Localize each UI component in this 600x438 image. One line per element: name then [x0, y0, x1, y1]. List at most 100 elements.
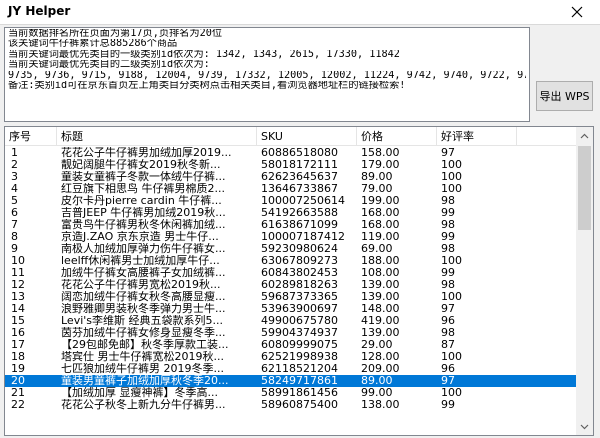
table-row[interactable]: 16 茵芬加绒牛仔裤女修身显瘦冬季... 59904374937 139.00 98	[5, 327, 577, 339]
table-row[interactable]: 20 童装男童裤子加绒加厚秋冬季20... 58249717861 89.00 97	[5, 375, 577, 387]
cell-title: 花花公子牛仔裤男宽松2019秋...	[61, 279, 221, 291]
cell-title: 塔宾仕 男士牛仔裤宽松2019秋...	[61, 351, 224, 363]
table-row[interactable]: 6 吉普JEEP 牛仔裤男加绒2019秋... 54192663588 168.00 9…	[5, 207, 577, 219]
cell-index: 10	[11, 255, 25, 267]
cell-title: 红豆旗下相思鸟 牛仔裤男棉质2...	[61, 183, 225, 195]
cell-rating: 99	[441, 399, 455, 411]
table-row[interactable]: 21 【加绒加厚 显瘦神裤】冬季高... 58991861456 99.00 100	[5, 387, 577, 399]
cell-sku: 60809999075	[261, 339, 338, 351]
table-row[interactable]: 18 塔宾仕 男士牛仔裤宽松2019秋... 62521998938 128.00 10…	[5, 351, 577, 363]
scroll-up-button[interactable]	[576, 127, 593, 144]
table-row[interactable]: 5 皮尔卡丹pierre cardin 牛仔裤... 100007250614 199…	[5, 195, 577, 207]
cell-index: 18	[11, 351, 25, 363]
cell-rating: 98	[441, 195, 455, 207]
table-row[interactable]: 7 富贵鸟牛仔裤男秋冬休闲裤加绒... 61638671099 168.00 98	[5, 219, 577, 231]
title-bar: JY Helper	[0, 0, 600, 24]
cell-title: 茵芬加绒牛仔裤女修身显瘦冬季...	[61, 327, 226, 339]
cell-index: 1	[11, 147, 18, 159]
column-header-price[interactable]: 价格	[357, 127, 437, 146]
table-row[interactable]: 2 靓妃阔腿牛仔裤女2019秋冬新... 58018172111 179.00 100	[5, 159, 577, 171]
column-header-title[interactable]: 标题	[57, 127, 257, 146]
cell-sku: 63067809273	[261, 255, 338, 267]
close-icon	[571, 6, 583, 18]
list-header: 序号 标题 SKU 价格 好评率	[5, 127, 577, 146]
cell-index: 6	[11, 207, 18, 219]
cell-title: 南极人加绒加厚弹力伤牛仔裤女...	[61, 243, 226, 255]
info-textbox[interactable]: 当前数据排名所在页面为第17页,页排名为20位 该关键词牛仔裤累计总885286…	[4, 27, 530, 122]
cell-rating: 97	[441, 147, 455, 159]
scroll-down-button[interactable]	[576, 418, 593, 435]
column-header-rating[interactable]: 好评率	[437, 127, 517, 146]
cell-sku: 59904374937	[261, 327, 338, 339]
info-line-page-rank: 当前数据排名所在页面为第17页,页排名为20位	[8, 29, 223, 39]
cell-rating: 99	[441, 207, 455, 219]
cell-title: 童装女童裤子冬款一体绒牛仔裤...	[61, 171, 226, 183]
cell-price: 29.00	[361, 339, 393, 351]
table-row[interactable]: 12 花花公子牛仔裤男宽松2019秋... 60289818263 139.00 98	[5, 279, 577, 291]
cell-sku: 58018172111	[261, 159, 338, 171]
cell-index: 2	[11, 159, 18, 171]
table-row[interactable]: 22 花花公子秋冬上新九分牛仔裤男... 58960875400 138.00 99	[5, 399, 577, 411]
table-row[interactable]: 10 leelff休闲裤男士加绒加厚牛仔... 63067809273 188.00 1…	[5, 255, 577, 267]
scroll-thumb[interactable]	[578, 146, 591, 230]
cell-index: 9	[11, 243, 18, 255]
cell-price: 89.00	[361, 171, 393, 183]
info-line-level1: 当前关键词最优先类目的一级类别id依次为: 1342, 1343, 2615, …	[8, 49, 400, 60]
cell-rating: 98	[441, 279, 455, 291]
table-row[interactable]: 4 红豆旗下相思鸟 牛仔裤男棉质2... 13646733867 79.00 100	[5, 183, 577, 195]
cell-price: 139.00	[361, 327, 400, 339]
cell-title: 花花公子秋冬上新九分牛仔裤男...	[61, 399, 226, 411]
cell-index: 15	[11, 315, 25, 327]
column-header-index[interactable]: 序号	[5, 127, 57, 146]
cell-title: 加绒牛仔裤女高腰裤子女加绒裤...	[61, 267, 226, 279]
cell-rating: 97	[441, 303, 455, 315]
table-row[interactable]: 3 童装女童裤子冬款一体绒牛仔裤... 62623645637 89.00 100	[5, 171, 577, 183]
list-rows: 1 花花公子牛仔裤男加绒加厚2019... 60886518080 158.00 97 2…	[5, 147, 577, 411]
cell-sku: 59687373365	[261, 291, 338, 303]
cell-sku: 62521998938	[261, 351, 338, 363]
cell-rating: 97	[441, 375, 455, 387]
cell-price: 199.00	[361, 195, 400, 207]
table-row[interactable]: 1 花花公子牛仔裤男加绒加厚2019... 60886518080 158.00 97	[5, 147, 577, 159]
cell-rating: 96	[441, 363, 455, 375]
cell-index: 3	[11, 171, 18, 183]
cell-price: 99.00	[361, 387, 393, 399]
export-wps-button[interactable]: 导出 WPS	[536, 81, 593, 111]
cell-rating: 96	[441, 315, 455, 327]
cell-index: 21	[11, 387, 25, 399]
cell-index: 7	[11, 219, 18, 231]
cell-price: 209.00	[361, 363, 400, 375]
table-row[interactable]: 13 阔恋加绒牛仔裤女秋冬高腰显瘦... 59687373365 139.00 100	[5, 291, 577, 303]
table-row[interactable]: 17 【29包邮免邮】秋冬季厚款工装... 60809999075 29.00 87	[5, 339, 577, 351]
window-client-area: 当前数据排名所在页面为第17页,页排名为20位 该关键词牛仔裤累计总885286…	[0, 24, 600, 438]
table-row[interactable]: 8 京造J.ZAO 京东京造 男士牛仔... 100007187412 119.00 9…	[5, 231, 577, 243]
cell-sku: 100007187412	[261, 231, 345, 243]
cell-sku: 58960875400	[261, 399, 338, 411]
table-row[interactable]: 9 南极人加绒加厚弹力伤牛仔裤女... 59230980624 69.00 98	[5, 243, 577, 255]
cell-title: 富贵鸟牛仔裤男秋冬休闲裤加绒...	[61, 219, 226, 231]
cell-index: 14	[11, 303, 25, 315]
info-line-total: 该关键词牛仔裤累计总885286个商品	[8, 39, 178, 50]
table-row[interactable]: 11 加绒牛仔裤女高腰裤子女加绒裤... 60843802453 108.00 99	[5, 267, 577, 279]
column-header-sku[interactable]: SKU	[257, 127, 357, 146]
cell-title: 京造J.ZAO 京东京造 男士牛仔...	[61, 231, 219, 243]
cell-sku: 54192663588	[261, 207, 338, 219]
cell-rating: 100	[441, 159, 462, 171]
cell-index: 19	[11, 363, 25, 375]
table-row[interactable]: 19 七匹狼加绒牛仔裤男 2019冬季... 62118521204 209.00 96	[5, 363, 577, 375]
cell-index: 20	[11, 375, 25, 387]
table-row[interactable]: 15 Levi's李维斯 经典五袋款系列5... 49900675780 419.00…	[5, 315, 577, 327]
cell-index: 5	[11, 195, 18, 207]
results-listview[interactable]: 序号 标题 SKU 价格 好评率 1 花花公子牛仔裤男加绒加厚2019... 608…	[4, 126, 594, 436]
cell-price: 89.00	[361, 375, 393, 387]
cell-title: 阔恋加绒牛仔裤女秋冬高腰显瘦...	[61, 291, 226, 303]
cell-sku: 58991861456	[261, 387, 338, 399]
close-button[interactable]	[554, 0, 600, 24]
cell-title: 童装男童裤子加绒加厚秋冬季20...	[61, 375, 229, 387]
cell-title: 花花公子牛仔裤男加绒加厚2019...	[61, 147, 232, 159]
cell-rating: 100	[441, 351, 462, 363]
window-title: JY Helper	[8, 4, 71, 18]
table-row[interactable]: 14 浪野雅卿男装秋冬季弹力男士牛... 53963900697 148.00 97	[5, 303, 577, 315]
cell-title: 【29包邮免邮】秋冬季厚款工装...	[61, 339, 229, 351]
vertical-scrollbar[interactable]	[576, 127, 593, 435]
